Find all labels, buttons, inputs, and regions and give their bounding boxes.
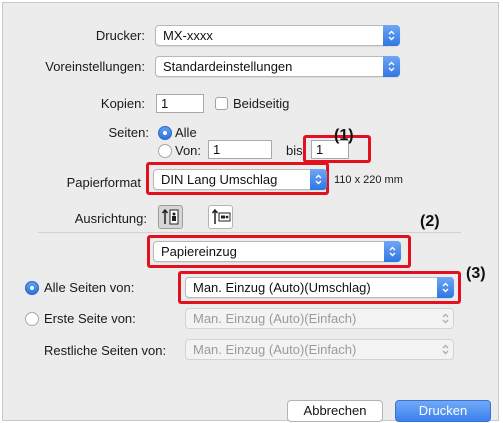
printer-select[interactable]: MX-xxxx <box>155 25 400 46</box>
chevron-updown-icon <box>437 308 454 329</box>
first-page-from-radio[interactable] <box>25 312 39 326</box>
section-select[interactable]: Papiereinzug <box>153 241 401 262</box>
all-pages-source-value: Man. Einzug (Auto)(Umschlag) <box>193 280 371 295</box>
copies-field[interactable]: 1 <box>156 94 204 113</box>
paper-size-label: Papierformat <box>66 175 141 190</box>
separator <box>38 232 461 233</box>
pages-label: Seiten: <box>108 125 149 140</box>
chevron-updown-icon <box>383 25 400 46</box>
pages-from-field[interactable]: 1 <box>208 140 272 159</box>
duplex-label: Beidseitig <box>233 96 290 111</box>
landscape-icon <box>211 208 231 224</box>
annotation-1: (1) <box>334 127 354 144</box>
remaining-pages-source-select[interactable]: Man. Einzug (Auto)(Einfach) <box>185 339 454 360</box>
printer-value: MX-xxxx <box>163 28 213 43</box>
chevron-updown-icon <box>437 277 454 298</box>
presets-value: Standardeinstellungen <box>163 59 293 74</box>
cancel-button[interactable]: Abbrechen <box>287 400 383 422</box>
pages-all-radio[interactable] <box>158 126 172 140</box>
pages-from-label: Von: <box>175 143 202 158</box>
chevron-updown-icon <box>384 241 401 262</box>
printer-label: Drucker: <box>95 28 145 43</box>
all-pages-from-label: Alle Seiten von: <box>44 280 135 295</box>
first-page-source-value: Man. Einzug (Auto)(Einfach) <box>193 311 357 326</box>
pages-range-radio[interactable] <box>158 144 172 158</box>
copies-label: Kopien: <box>100 96 145 111</box>
landscape-orientation-button[interactable] <box>208 205 233 229</box>
chevron-updown-icon <box>310 169 327 190</box>
all-pages-from-radio[interactable] <box>25 281 39 295</box>
portrait-orientation-button[interactable] <box>158 205 183 229</box>
paper-size-select[interactable]: DIN Lang Umschlag <box>153 169 327 190</box>
print-button[interactable]: Drucken <box>395 400 491 422</box>
all-pages-source-select[interactable]: Man. Einzug (Auto)(Umschlag) <box>185 277 454 298</box>
section-value: Papiereinzug <box>161 244 237 259</box>
paper-size-dimensions: 110 x 220 mm <box>334 174 403 186</box>
first-page-source-select[interactable]: Man. Einzug (Auto)(Einfach) <box>185 308 454 329</box>
presets-select[interactable]: Standardeinstellungen <box>155 56 400 77</box>
remaining-pages-from-label: Restliche Seiten von: <box>44 343 167 358</box>
presets-label: Voreinstellungen: <box>45 59 145 74</box>
portrait-icon <box>161 208 179 225</box>
orientation-label: Ausrichtung: <box>74 211 147 226</box>
chevron-updown-icon <box>437 339 454 360</box>
annotation-3: (3) <box>466 265 486 282</box>
remaining-pages-source-value: Man. Einzug (Auto)(Einfach) <box>193 342 357 357</box>
chevron-updown-icon <box>383 56 400 77</box>
pages-all-label: Alle <box>175 125 197 140</box>
annotation-2: (2) <box>420 213 440 230</box>
paper-size-value: DIN Lang Umschlag <box>161 172 278 187</box>
pages-to-label: bis: <box>286 143 307 158</box>
first-page-from-label: Erste Seite von: <box>44 311 136 326</box>
print-dialog: Drucker: MX-xxxx Voreinstellungen: Stand… <box>2 2 499 422</box>
duplex-checkbox[interactable] <box>215 97 228 110</box>
